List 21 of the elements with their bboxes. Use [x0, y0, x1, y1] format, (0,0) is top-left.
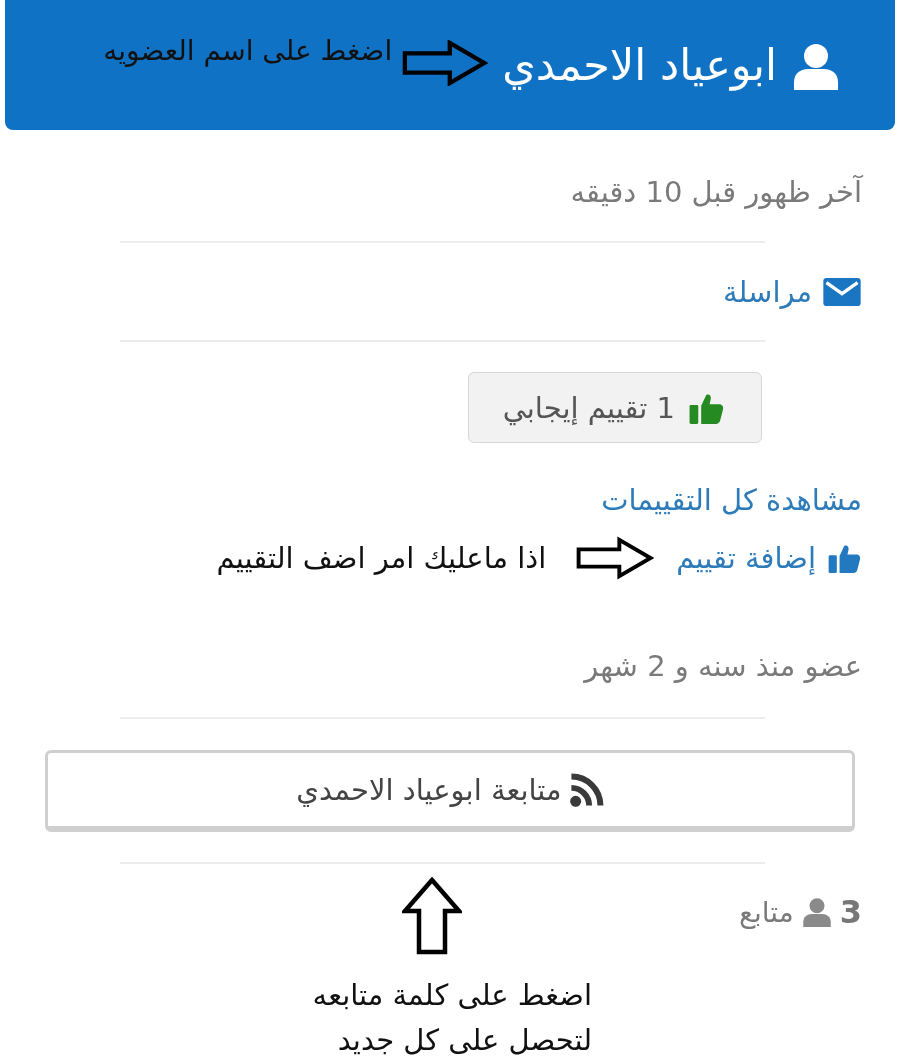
annotation-text: اضغط على كلمة متابعه لتحصل على كل جديد: [311, 977, 592, 1059]
member-name-link[interactable]: ابوعياد الاحمدي: [502, 38, 777, 92]
member-since-text: عضو منذ سنه و 2 شهر: [582, 648, 862, 685]
follow-button[interactable]: متابعة ابوعياد الاحمدي: [45, 750, 855, 832]
positive-rating-button[interactable]: 1 تقييم إيجابي: [467, 372, 762, 443]
message-link[interactable]: مراسلة: [722, 272, 862, 312]
view-ratings-link[interactable]: مشاهدة كل التقييمات: [601, 480, 862, 520]
envelope-icon: [822, 278, 862, 306]
right-arrow-icon: [402, 40, 489, 86]
add-rating-link[interactable]: إضافة تقييم: [676, 538, 862, 578]
user-icon: [801, 897, 832, 927]
followers-label: متابع: [739, 895, 794, 929]
annotation-text: اضغط على اسم العضويه: [103, 33, 393, 69]
last-seen-text: آخر ظهور قبل 10 دقيقه: [569, 174, 862, 211]
annotation-text: اذا ماعليك امر اضف التقييم: [216, 540, 547, 577]
follower-count: 3: [839, 893, 862, 931]
user-icon: [792, 42, 840, 90]
right-arrow-icon: [576, 534, 655, 582]
up-arrow-icon: [402, 877, 462, 955]
rss-icon: [569, 772, 604, 807]
thumbs-up-icon: [828, 543, 862, 573]
